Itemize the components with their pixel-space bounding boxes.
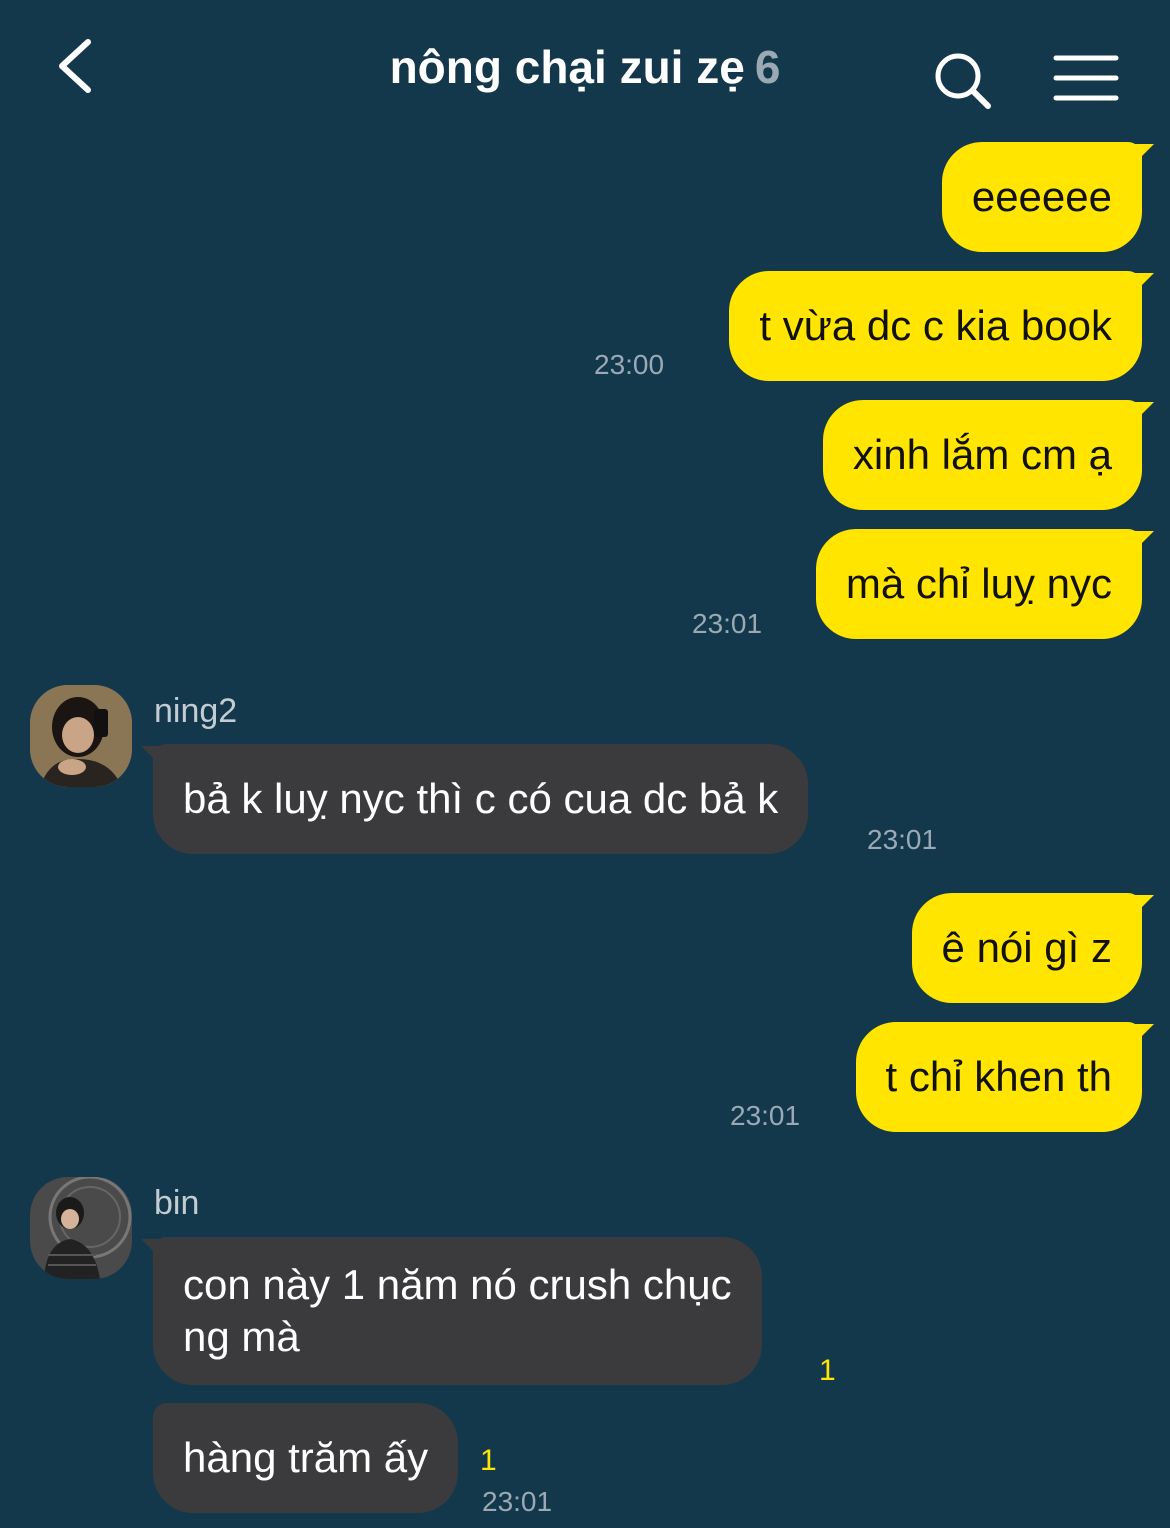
unread-count: 1: [480, 1444, 497, 1477]
message-timestamp: 23:01: [730, 1100, 801, 1131]
their-message-bubble[interactable]: bả k luỵ nyc thì c có cua dc bả k: [140, 744, 809, 854]
avatar-bin[interactable]: [30, 1177, 132, 1279]
member-count: 6: [754, 41, 781, 93]
unread-count: 1: [819, 1354, 836, 1387]
message-timestamp: 23:01: [692, 608, 763, 639]
sender-name: ning2: [154, 692, 238, 730]
message-text: t vừa dc c kia book: [759, 302, 1112, 349]
message-text: eeeeee: [971, 173, 1112, 220]
my-message-bubble[interactable]: ê nói gì z: [911, 893, 1155, 1003]
message-timestamp: 23:00: [594, 349, 665, 380]
my-message-bubble[interactable]: t chỉ khen th: [855, 1022, 1155, 1132]
message-text-line: ng mà: [183, 1313, 300, 1360]
my-message-bubble[interactable]: eeeeee: [941, 142, 1155, 252]
message-text: bả k luỵ nyc thì c có cua dc bả k: [183, 775, 779, 822]
profile-photo: [30, 1177, 132, 1279]
message-text: ê nói gì z: [941, 924, 1112, 971]
message-text: mà chỉ luỵ nyc: [845, 560, 1112, 607]
avatar-ning2[interactable]: [30, 685, 132, 787]
their-message-bubble[interactable]: hàng trăm ấy: [153, 1403, 459, 1513]
search-button[interactable]: [928, 46, 998, 116]
their-message-bubble[interactable]: con này 1 năm nó crush chục ng mà: [141, 1237, 762, 1385]
message-text: xinh lắm cm ạ: [852, 431, 1112, 478]
my-message-bubble[interactable]: mà chỉ luỵ nyc: [815, 529, 1155, 639]
message-timestamp: 23:01: [482, 1486, 553, 1517]
sender-name: bin: [154, 1184, 200, 1222]
my-message-bubble[interactable]: xinh lắm cm ạ: [822, 400, 1155, 510]
message-text-line: con này 1 năm nó crush chục: [183, 1261, 732, 1308]
message-text: t chỉ khen th: [885, 1053, 1112, 1100]
profile-photo: [30, 685, 132, 787]
hamburger-menu-icon: [1053, 55, 1119, 101]
chat-header: nông chại zui zẹ 6: [0, 0, 1170, 140]
chat-room-name: nông chại zui zẹ: [389, 41, 745, 93]
search-icon: [935, 53, 991, 109]
message-text: hàng trăm ấy: [183, 1434, 429, 1481]
menu-button[interactable]: [1050, 48, 1122, 108]
my-message-bubble[interactable]: t vừa dc c kia book: [729, 271, 1154, 381]
message-timestamp: 23:01: [867, 824, 938, 855]
